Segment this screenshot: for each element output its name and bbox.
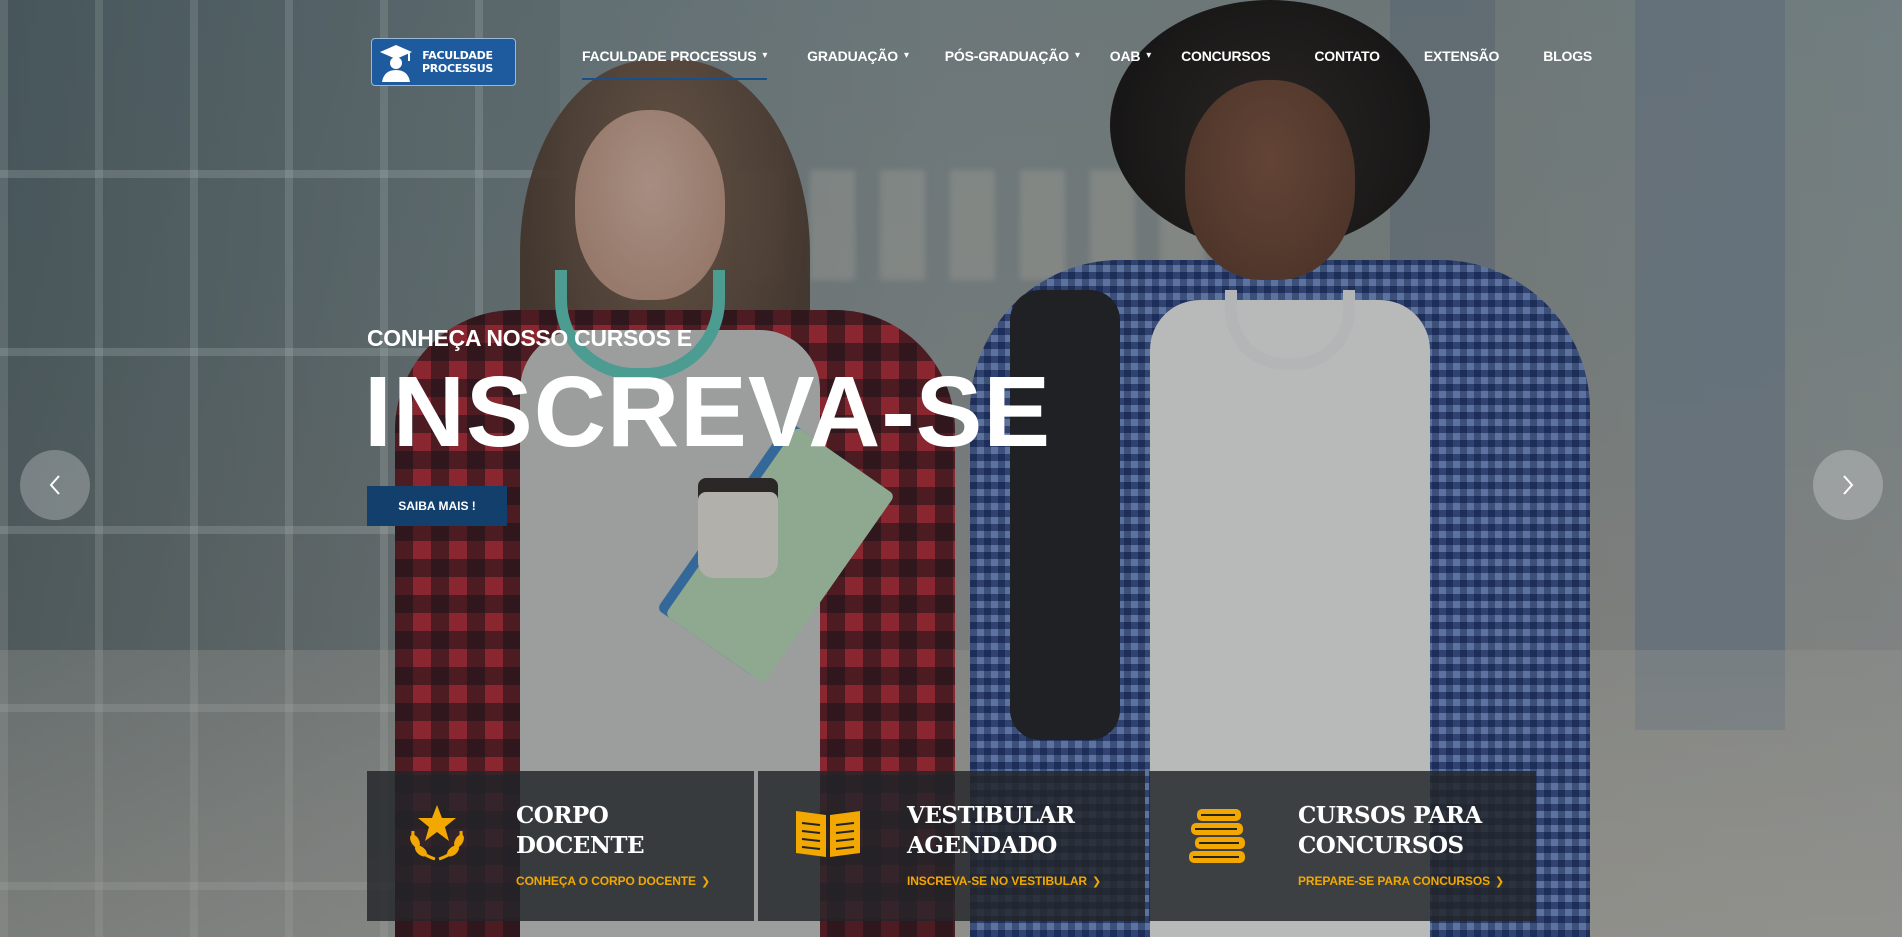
- logo-text: FACULDADE PROCESSUS: [422, 49, 493, 75]
- nav-item-extensao[interactable]: EXTENSÃO: [1423, 44, 1500, 68]
- nav-label: FACULDADE PROCESSUS: [582, 48, 757, 64]
- hero-headline: INSCREVA-SE: [364, 356, 1052, 468]
- card-title-line1: VESTIBULAR: [907, 802, 1075, 829]
- nav-label: CONCURSOS: [1181, 48, 1271, 64]
- nav-label: BLOGS: [1543, 48, 1593, 64]
- chevron-down-icon: ▾: [762, 49, 768, 61]
- card-link-label: CONHEÇA O CORPO DOCENTE: [516, 874, 696, 888]
- open-book-icon: [792, 801, 864, 865]
- card-link-label: INSCREVA-SE NO VESTIBULAR: [907, 874, 1087, 888]
- card-link[interactable]: CONHEÇA O CORPO DOCENTE ❯: [516, 874, 710, 888]
- card-link[interactable]: INSCREVA-SE NO VESTIBULAR ❯: [907, 874, 1101, 888]
- chevron-down-icon: ▾: [903, 49, 909, 61]
- nav-item-contato[interactable]: CONTATO: [1314, 44, 1380, 68]
- laurel-star-icon: [401, 801, 473, 865]
- graduate-icon: [376, 40, 416, 84]
- nav-label: PÓS-GRADUAÇÃO: [944, 48, 1069, 64]
- card-link[interactable]: PREPARE-SE PARA CONCURSOS ❯: [1298, 874, 1504, 888]
- nav-label: EXTENSÃO: [1423, 48, 1500, 64]
- nav-item-concursos[interactable]: CONCURSOS: [1181, 44, 1270, 68]
- card-title-line2: DOCENTE: [516, 832, 645, 859]
- chevron-down-icon: ▾: [1146, 49, 1152, 61]
- hero-eyebrow: CONHEÇA NOSSO CURSOS E: [367, 325, 692, 351]
- nav-label: GRADUAÇÃO: [807, 48, 898, 64]
- nav-label: CONTATO: [1314, 48, 1380, 64]
- logo-line1: FACULDADE: [422, 49, 493, 62]
- saiba-mais-button[interactable]: SAIBA MAIS !: [367, 486, 507, 526]
- book-stack-icon: [1183, 801, 1255, 865]
- card-title-line2: AGENDADO: [907, 832, 1057, 859]
- logo-line2: PROCESSUS: [422, 62, 493, 75]
- nav-item-oab[interactable]: OAB ▾: [1109, 44, 1152, 68]
- card-title: VESTIBULAR AGENDADO: [907, 801, 1075, 861]
- nav-item-graduacao[interactable]: GRADUAÇÃO ▾: [807, 44, 909, 68]
- chevron-right-icon: [1843, 475, 1854, 495]
- main-nav: FACULDADE PROCESSUS ▾ GRADUAÇÃO ▾ PÓS-GR…: [582, 44, 1592, 80]
- chevron-left-icon: [49, 475, 60, 495]
- card-title: CURSOS PARA CONCURSOS: [1298, 801, 1482, 861]
- card-title-line1: CURSOS PARA: [1298, 802, 1482, 829]
- card-vestibular[interactable]: VESTIBULAR AGENDADO INSCREVA-SE NO VESTI…: [758, 771, 1145, 921]
- nav-item-faculdade[interactable]: FACULDADE PROCESSUS ▾: [582, 44, 768, 80]
- nav-item-pos-graduacao[interactable]: PÓS-GRADUAÇÃO ▾: [945, 44, 1080, 68]
- carousel-next-button[interactable]: [1813, 450, 1883, 520]
- carousel-prev-button[interactable]: [20, 450, 90, 520]
- card-cursos-concursos[interactable]: CURSOS PARA CONCURSOS PREPARE-SE PARA CO…: [1149, 771, 1536, 921]
- nav-label: OAB: [1109, 48, 1141, 64]
- card-title: CORPO DOCENTE: [516, 801, 645, 861]
- site-logo[interactable]: FACULDADE PROCESSUS: [371, 38, 516, 86]
- card-title-line2: CONCURSOS: [1298, 832, 1464, 859]
- chevron-down-icon: ▾: [1074, 49, 1080, 61]
- card-title-line1: CORPO: [516, 802, 609, 829]
- chevron-right-icon: ❯: [1494, 876, 1505, 888]
- chevron-right-icon: ❯: [700, 876, 711, 888]
- card-corpo-docente[interactable]: CORPO DOCENTE CONHEÇA O CORPO DOCENTE ❯: [367, 771, 754, 921]
- feature-cards: CORPO DOCENTE CONHEÇA O CORPO DOCENTE ❯ V…: [367, 771, 1536, 921]
- nav-item-blogs[interactable]: BLOGS: [1543, 44, 1592, 68]
- chevron-right-icon: ❯: [1091, 876, 1102, 888]
- card-link-label: PREPARE-SE PARA CONCURSOS: [1298, 874, 1490, 888]
